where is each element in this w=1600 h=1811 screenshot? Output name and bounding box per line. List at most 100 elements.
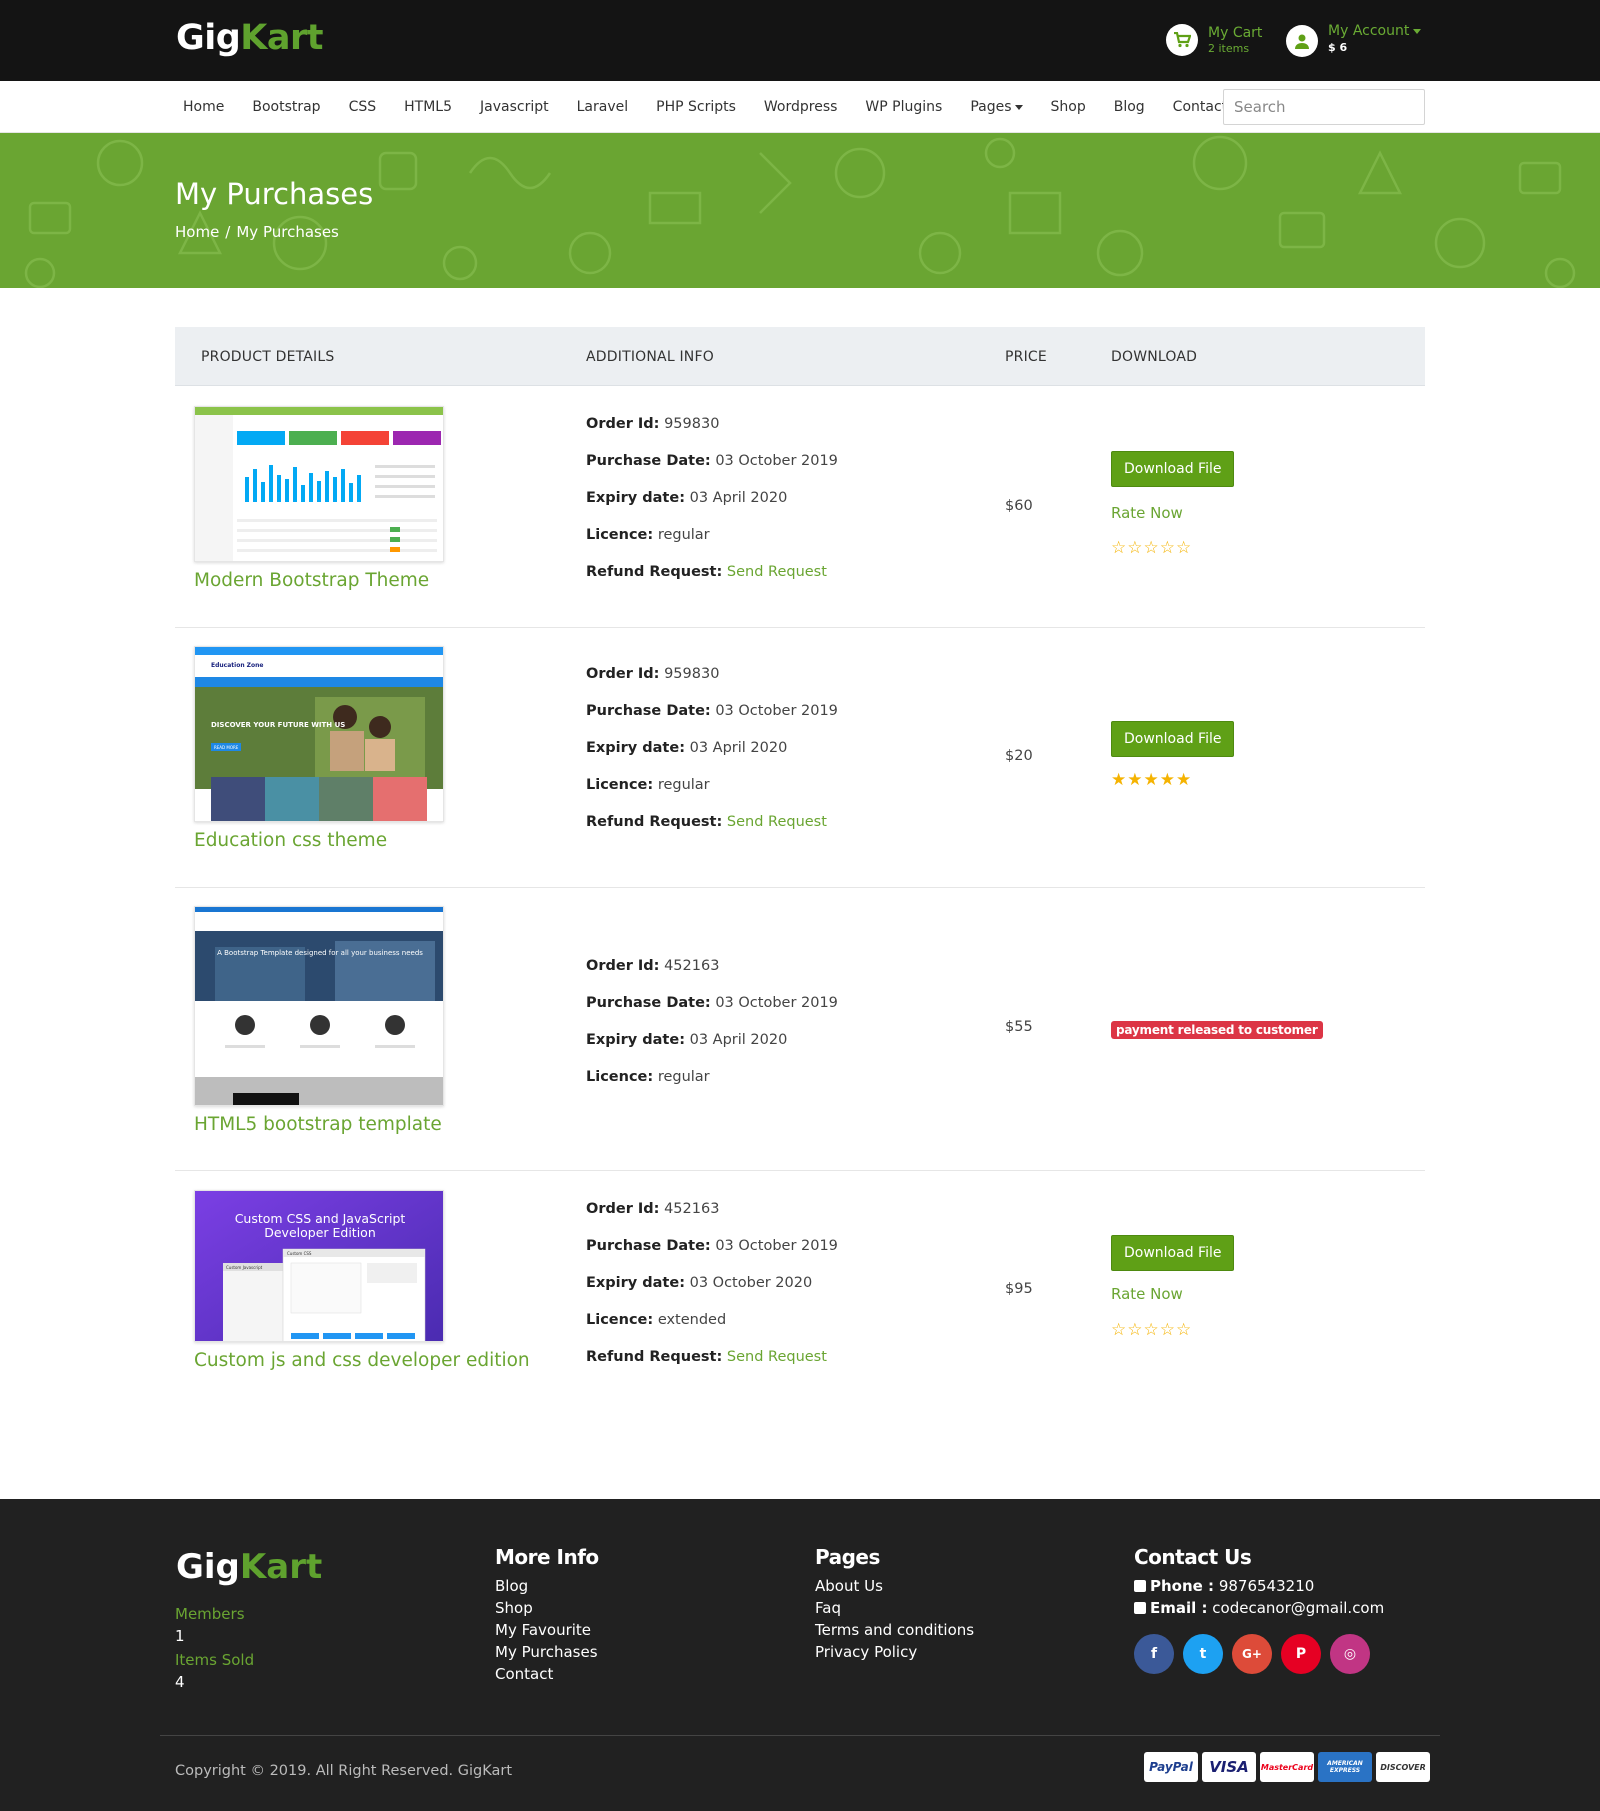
nav-blog[interactable]: Blog (1107, 99, 1151, 115)
product-price: $95 (1005, 1281, 1033, 1297)
header-product-details: PRODUCT DETAILS (201, 349, 335, 365)
footer-pages: Pages About Us Faq Terms and conditions … (815, 1545, 974, 1663)
product-thumbnail[interactable]: Custom CSS and JavaScript Developer Edit… (194, 1190, 444, 1342)
nav-shop[interactable]: Shop (1044, 99, 1092, 115)
header-additional-info: ADDITIONAL INFO (586, 349, 714, 365)
footer-link-privacy[interactable]: Privacy Policy (815, 1641, 974, 1663)
site-footer: GigKart Members 1 Items Sold 4 More Info… (0, 1499, 1600, 1811)
phone-icon (1134, 1580, 1146, 1592)
footer-link-contact[interactable]: Contact (495, 1663, 599, 1685)
order-info: Order Id: 452163 Purchase Date: 03 Octob… (586, 958, 838, 1085)
page-title: My Purchases (175, 177, 374, 211)
download-file-button[interactable]: Download File (1111, 1235, 1235, 1271)
footer-link-terms[interactable]: Terms and conditions (815, 1619, 974, 1641)
svg-text:Education Zone: Education Zone (211, 662, 264, 669)
nav-php-scripts[interactable]: PHP Scripts (649, 99, 742, 115)
twitter-icon[interactable]: t (1183, 1634, 1223, 1674)
table-header: PRODUCT DETAILS ADDITIONAL INFO PRICE DO… (175, 327, 1425, 386)
page-banner: My Purchases Home / My Purchases (0, 133, 1600, 288)
send-request-link[interactable]: Send Request (727, 1349, 827, 1365)
order-info: Order Id: 959830 Purchase Date: 03 Octob… (586, 416, 838, 580)
envelope-icon (1134, 1602, 1146, 1614)
facebook-icon[interactable]: f (1134, 1634, 1174, 1674)
nav-laravel[interactable]: Laravel (570, 99, 635, 115)
pages-title: Pages (815, 1545, 880, 1569)
header-price: PRICE (1005, 349, 1047, 365)
nav-wp-plugins[interactable]: WP Plugins (858, 99, 948, 115)
footer-link-shop[interactable]: Shop (495, 1597, 599, 1619)
table-row: Custom CSS and JavaScript Developer Edit… (175, 1171, 1425, 1411)
send-request-link[interactable]: Send Request (727, 814, 827, 830)
items-sold-label: Items Sold (175, 1651, 255, 1669)
download-file-button[interactable]: Download File (1111, 451, 1235, 487)
product-price: $20 (1005, 748, 1033, 764)
product-name[interactable]: Custom js and css developer edition (194, 1350, 530, 1371)
email-value[interactable]: codecanor@gmail.com (1212, 1599, 1384, 1617)
footer-link-faq[interactable]: Faq (815, 1597, 974, 1619)
footer-link-blog[interactable]: Blog (495, 1575, 599, 1597)
footer-divider (160, 1735, 1440, 1736)
product-price: $60 (1005, 498, 1033, 514)
footer-link-about[interactable]: About Us (815, 1575, 974, 1597)
svg-text:Custom CSS: Custom CSS (287, 1251, 312, 1256)
google-plus-icon[interactable]: G+ (1232, 1634, 1272, 1674)
download-file-button[interactable]: Download File (1111, 721, 1235, 757)
svg-text:A Bootstrap Template designed: A Bootstrap Template designed for all yo… (217, 949, 423, 957)
product-thumbnail[interactable]: A Bootstrap Template designed for all yo… (194, 906, 444, 1106)
breadcrumb-current: My Purchases (236, 223, 339, 241)
phone-value[interactable]: 9876543210 (1219, 1577, 1314, 1595)
order-info: Order Id: 452163 Purchase Date: 03 Octob… (586, 1201, 838, 1365)
table-row: A Bootstrap Template designed for all yo… (175, 888, 1425, 1171)
payment-cards: PayPal VISA MasterCard AMERICAN EXPRESS … (1140, 1752, 1430, 1782)
order-info: Order Id: 959830 Purchase Date: 03 Octob… (586, 666, 838, 830)
pinterest-icon[interactable]: P (1281, 1634, 1321, 1674)
svg-text:Custom Javascript: Custom Javascript (226, 1265, 263, 1270)
chevron-down-icon (1413, 28, 1422, 34)
my-cart[interactable]: My Cart 2 items (1166, 24, 1262, 56)
send-request-link[interactable]: Send Request (727, 564, 827, 580)
svg-text:Custom CSS and JavaScript: Custom CSS and JavaScript (235, 1211, 406, 1226)
nav-html5[interactable]: HTML5 (397, 99, 458, 115)
more-info-title: More Info (495, 1545, 599, 1569)
instagram-icon[interactable]: ◎ (1330, 1634, 1370, 1674)
rate-now-link[interactable]: Rate Now (1111, 1285, 1183, 1303)
table-row: Education Zone DISCOVER YOUR FUTURE WITH… (175, 628, 1425, 888)
copyright: Copyright © 2019. All Right Reserved. Gi… (175, 1763, 513, 1779)
status-badge: payment released to customer (1111, 1021, 1323, 1039)
nav-wordpress[interactable]: Wordpress (757, 99, 844, 115)
discover-card-icon: DISCOVER (1376, 1752, 1430, 1782)
star-rating-filled: ★★★★★ (1111, 770, 1193, 790)
svg-text:READ MORE: READ MORE (214, 745, 239, 750)
nav-css[interactable]: CSS (342, 99, 383, 115)
product-thumbnail[interactable] (194, 406, 444, 562)
amex-card-icon: AMERICAN EXPRESS (1318, 1752, 1372, 1782)
contact-title: Contact Us (1134, 1545, 1252, 1569)
star-rating-empty[interactable]: ☆☆☆☆☆ (1111, 538, 1192, 558)
footer-link-my-purchases[interactable]: My Purchases (495, 1641, 599, 1663)
product-name[interactable]: Education css theme (194, 830, 387, 851)
nav-javascript[interactable]: Javascript (473, 99, 555, 115)
nav-bootstrap[interactable]: Bootstrap (245, 99, 326, 115)
star-rating-empty[interactable]: ☆☆☆☆☆ (1111, 1320, 1192, 1340)
svg-text:DISCOVER YOUR FUTURE WITH US: DISCOVER YOUR FUTURE WITH US (211, 721, 345, 729)
nav-home[interactable]: Home (176, 99, 230, 115)
product-thumbnail[interactable]: Education Zone DISCOVER YOUR FUTURE WITH… (194, 646, 444, 822)
mastercard-icon: MasterCard (1260, 1752, 1314, 1782)
nav-pages[interactable]: Pages (963, 99, 1028, 115)
search-input[interactable] (1223, 89, 1425, 125)
footer-logo[interactable]: GigKart (176, 1547, 322, 1587)
my-account[interactable]: My Account $ 6 (1286, 22, 1422, 57)
breadcrumb-home[interactable]: Home (175, 223, 219, 241)
product-name[interactable]: Modern Bootstrap Theme (194, 570, 429, 591)
brand-logo[interactable]: GigKart (176, 18, 324, 58)
footer-link-my-favourite[interactable]: My Favourite (495, 1619, 599, 1641)
footer-stats: Members 1 Items Sold 4 (175, 1603, 254, 1693)
header-download: DOWNLOAD (1111, 349, 1198, 365)
social-links: f t G+ P ◎ (1134, 1634, 1379, 1674)
product-name[interactable]: HTML5 bootstrap template (194, 1114, 442, 1135)
items-sold-value: 4 (175, 1673, 185, 1691)
cart-count: 2 items (1208, 42, 1250, 55)
rate-now-link[interactable]: Rate Now (1111, 504, 1183, 522)
user-icon (1286, 25, 1318, 57)
members-label: Members (175, 1605, 245, 1623)
